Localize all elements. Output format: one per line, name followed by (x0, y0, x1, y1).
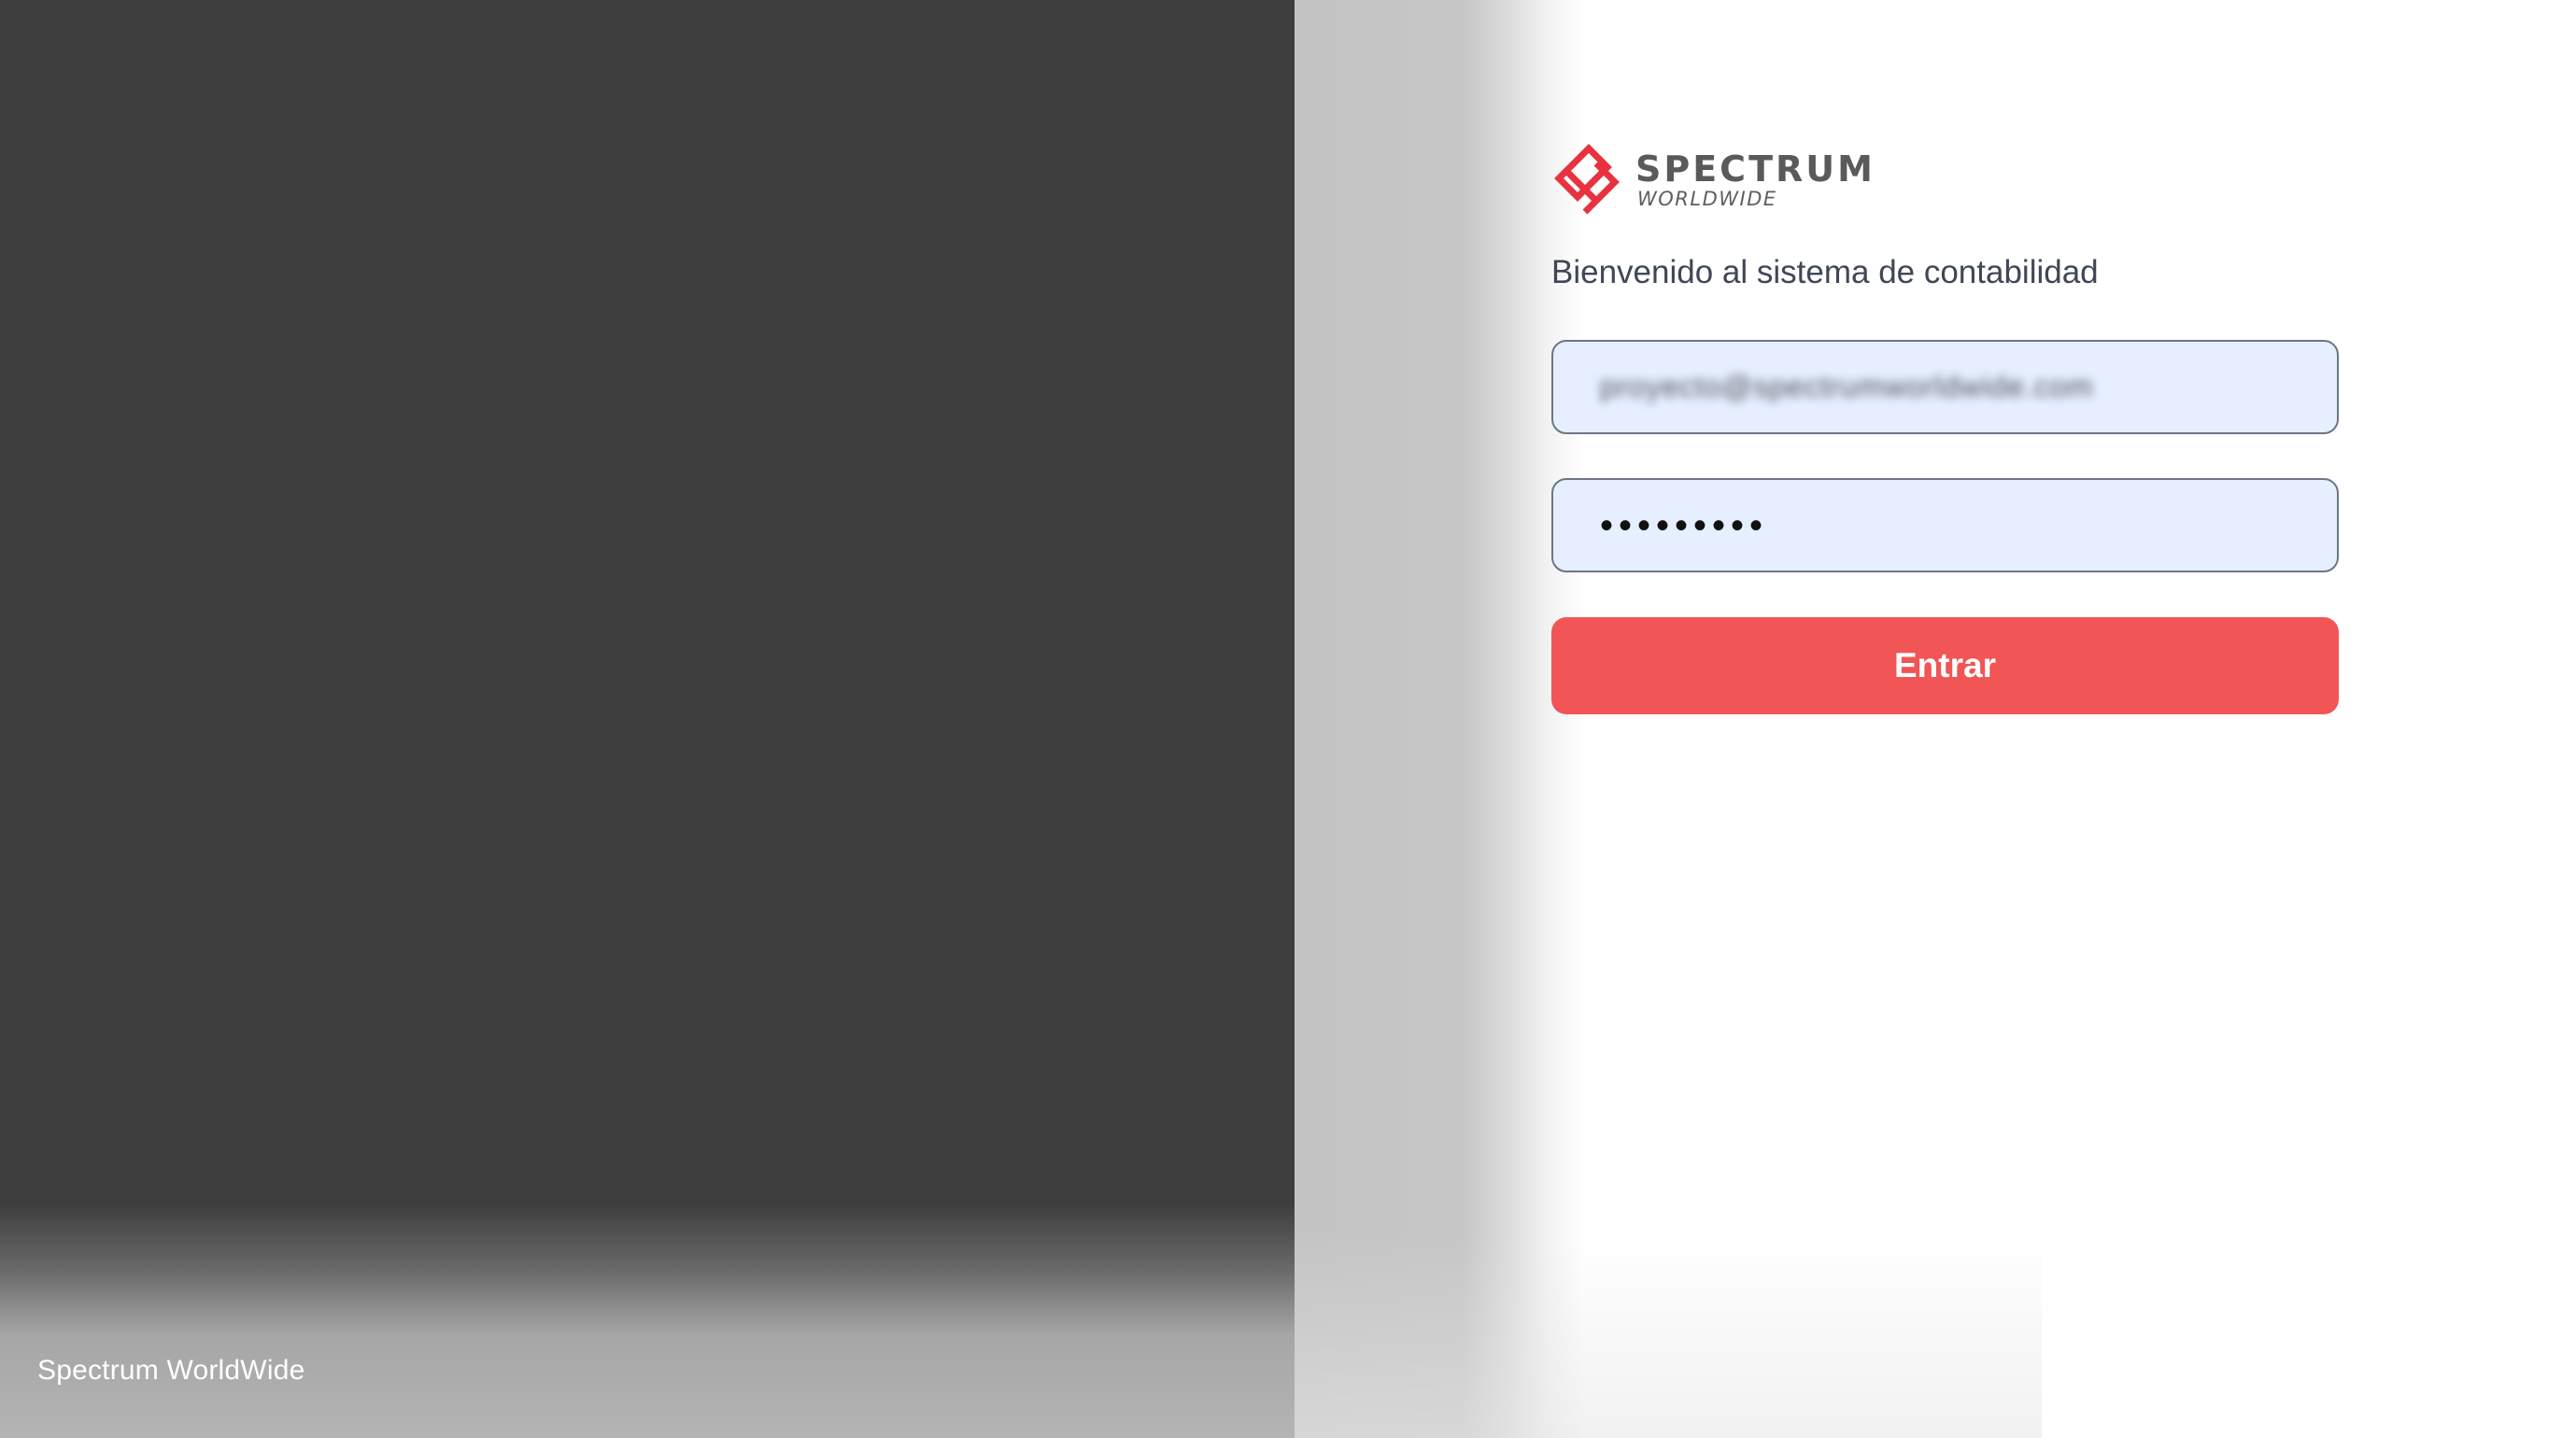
login-submit-button[interactable]: Entrar (1551, 617, 2339, 714)
left-background-panel: Spectrum WorldWide (0, 0, 1295, 1438)
brand-logo: SPECTRUM WORLDWIDE (1551, 140, 2339, 220)
password-value: ••••••••• (1600, 504, 1769, 546)
bottom-fade (1295, 1233, 2042, 1438)
login-form: SPECTRUM WORLDWIDE Bienvenido al sistema… (1551, 140, 2339, 714)
login-page: Spectrum WorldWide SPECTRUM WORLDWIDE Bi… (0, 0, 2576, 1438)
email-field[interactable]: proyecto@spectrumworldwide.com (1551, 340, 2339, 434)
brand-name: SPECTRUM (1635, 148, 1875, 190)
brand-subtitle: WORLDWIDE (1637, 188, 1777, 210)
email-value: proyecto@spectrumworldwide.com (1600, 370, 2094, 403)
footer-brand-text: Spectrum WorldWide (37, 1355, 305, 1386)
password-field[interactable]: ••••••••• (1551, 478, 2339, 572)
welcome-heading: Bienvenido al sistema de contabilidad (1551, 254, 2099, 290)
brand-text: SPECTRUM WORLDWIDE (1635, 150, 1875, 210)
spectrum-logo-icon (1554, 144, 1620, 215)
